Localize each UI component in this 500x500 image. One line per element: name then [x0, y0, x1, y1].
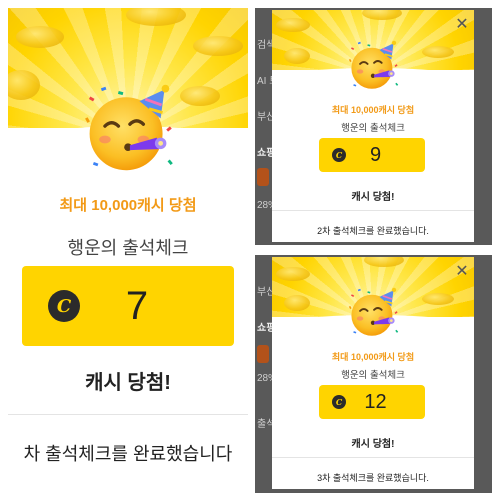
coin-decoration	[193, 36, 243, 56]
promo-title: 최대 10,000캐시 당첨	[331, 105, 415, 115]
bg-badge	[257, 345, 269, 363]
cash-amount-box: C 12	[319, 385, 425, 419]
cash-win-label: 캐시 당첨!	[85, 372, 171, 394]
cash-coin-icon: C	[48, 290, 80, 322]
cash-win-label: 캐시 당첨!	[351, 192, 395, 203]
promo-title: 최대 10,000캐시 당첨	[59, 197, 197, 214]
attendance-subtitle: 행운의 출석체크	[341, 370, 405, 381]
close-icon[interactable]: ✕	[454, 16, 470, 32]
cash-coin-icon: C	[332, 148, 346, 162]
party-face-emoji-icon	[345, 38, 401, 92]
cash-win-label: 캐시 당첨!	[351, 439, 395, 450]
coin-decoration	[16, 26, 64, 48]
coin-decoration	[276, 267, 310, 281]
attendance-subtitle: 행운의 출석체크	[341, 123, 405, 134]
background-app-top: 검색 AI 트 부산 쇼핑 28% ✕ 최대 10,000캐시 당첨 행운의 출…	[255, 8, 492, 245]
party-face-emoji-icon	[78, 80, 178, 176]
bg-badge	[257, 168, 269, 186]
completion-message: 2차 출석체크를 완료했습니다.	[317, 226, 429, 236]
cash-coin-icon: C	[332, 395, 346, 409]
cash-amount: 7	[125, 283, 149, 328]
party-face-emoji-icon	[345, 285, 401, 339]
close-icon[interactable]: ✕	[454, 263, 470, 279]
cash-amount-box: C 7	[22, 266, 234, 346]
cash-amount: 9	[369, 143, 382, 166]
coin-decoration	[422, 293, 454, 305]
promo-title: 최대 10,000캐시 당첨	[331, 352, 415, 362]
cash-amount: 12	[364, 390, 387, 413]
divider	[272, 457, 474, 458]
attendance-modal: ✕ 최대 10,000캐시 당첨 행운의 출석체크 C 12 캐시 당첨! 3차…	[272, 257, 474, 489]
coin-decoration	[284, 295, 310, 311]
attendance-popup-large: 최대 10,000캐시 당첨 행운의 출석체크 C 7 캐시 당첨! 차 출석체…	[8, 8, 248, 493]
attendance-modal: ✕ 최대 10,000캐시 당첨 행운의 출석체크 C 9 캐시 당첨! 2차 …	[272, 10, 474, 242]
attendance-subtitle: 행운의 출석체크	[67, 238, 189, 258]
completion-message: 차 출석체크를 완료했습니다	[23, 444, 233, 464]
coin-decoration	[422, 46, 454, 58]
coin-decoration	[284, 48, 310, 64]
coin-decoration	[276, 18, 310, 32]
cash-amount-box: C 9	[319, 138, 425, 172]
divider	[8, 414, 248, 415]
completion-message: 3차 출석체크를 완료했습니다.	[317, 473, 429, 483]
background-app-bottom: 부산 쇼핑 28% 출석 ✕ 최대 10,000캐시 당첨 행운의 출석체크 C…	[255, 255, 492, 493]
coin-decoration	[180, 86, 220, 106]
divider	[272, 210, 474, 211]
